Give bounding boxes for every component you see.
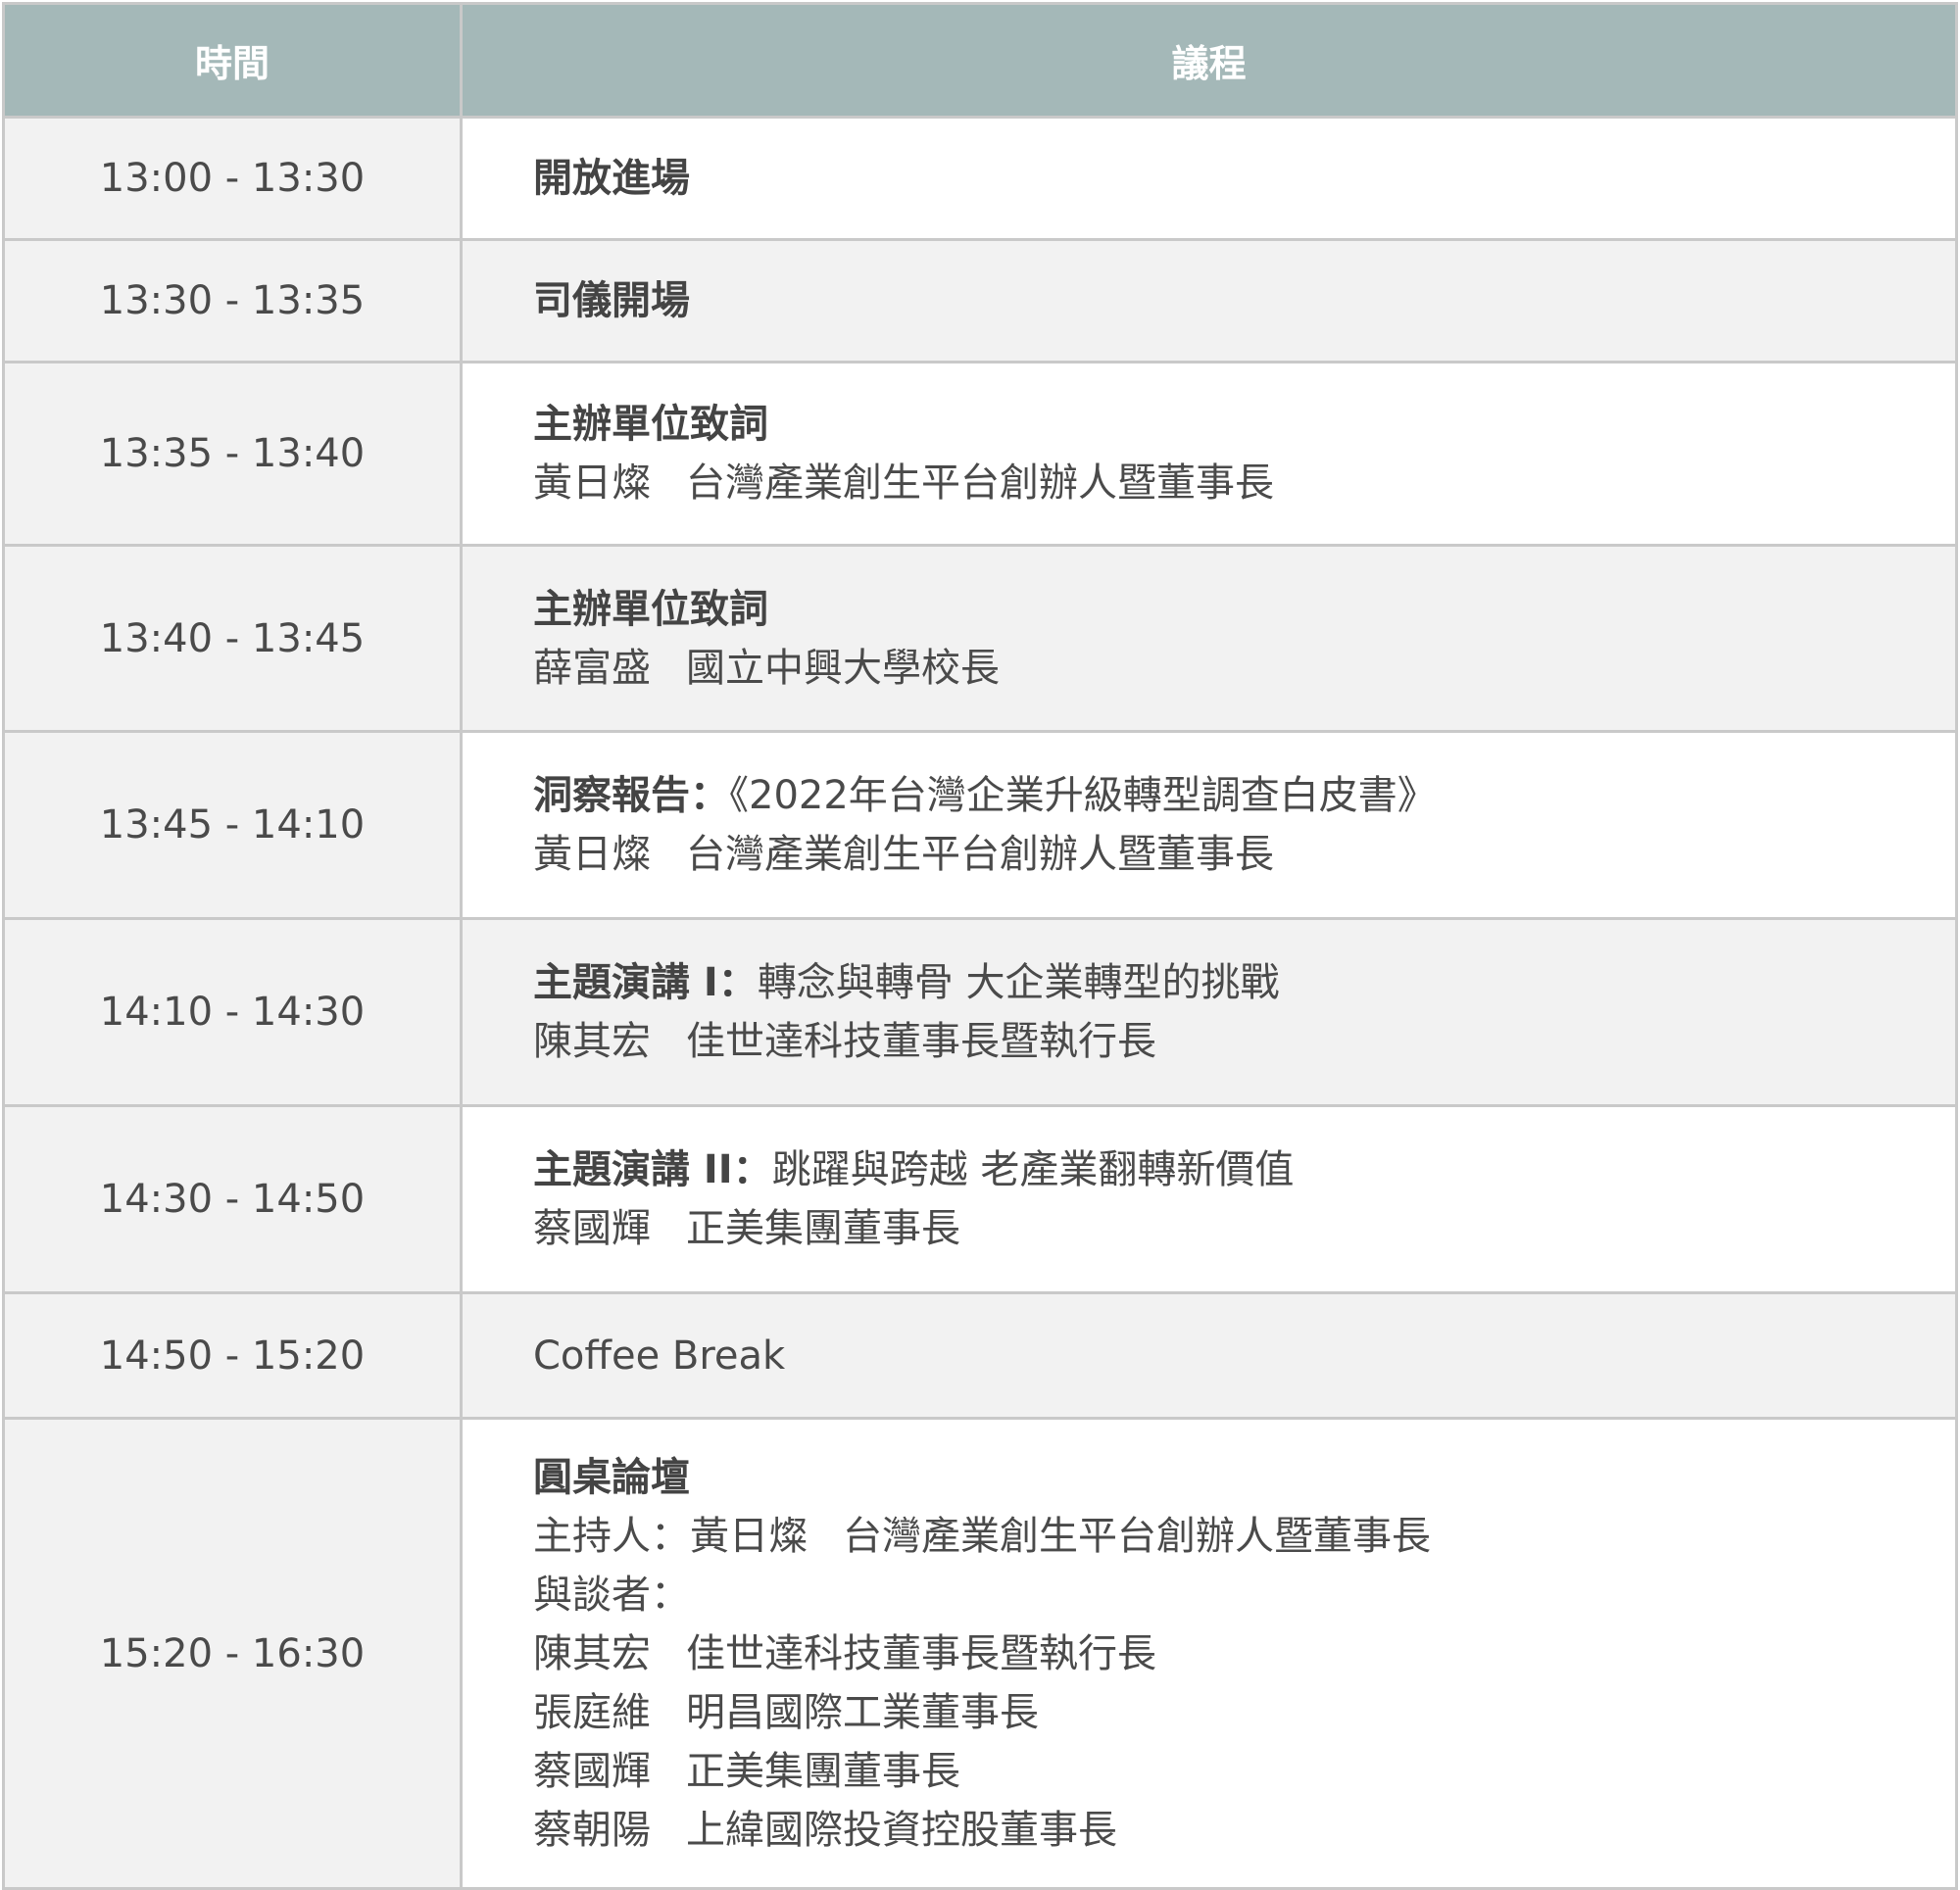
agenda-cell: Coffee Break: [460, 1291, 1958, 1420]
speaker-name: 黃日燦: [533, 832, 651, 877]
agenda-cell: 主辦單位致詞 薛富盛 國立中興大學校長: [460, 544, 1958, 733]
panelist-name: 蔡朝陽: [533, 1807, 651, 1853]
session-title: 主辦單位致詞: [533, 586, 768, 632]
panelist-title: 正美集團董事長: [686, 1748, 960, 1794]
time-cell: 13:35 - 13:40: [2, 361, 463, 547]
time-cell: 14:50 - 15:20: [2, 1291, 463, 1420]
time-cell: 13:40 - 13:45: [2, 544, 463, 733]
time-cell: 14:10 - 14:30: [2, 917, 463, 1107]
table-row: 13:40 - 13:45 主辦單位致詞 薛富盛 國立中興大學校長: [2, 544, 1958, 733]
speaker-title: 國立中興大學校長: [686, 645, 1000, 691]
agenda-cell: 開放進場: [460, 116, 1958, 241]
panelist-line: 張庭維 明昌國際工業董事長: [533, 1683, 1955, 1742]
table-row: 13:35 - 13:40 主辦單位致詞 黃日燦 台灣產業創生平台創辦人暨董事長: [2, 361, 1958, 547]
panel-label: 與談者：: [533, 1572, 690, 1618]
moderator-name: 黃日燦: [690, 1513, 808, 1559]
table-row: 14:10 - 14:30 主題演講 I：轉念與轉骨 大企業轉型的挑戰 陳其宏佳…: [2, 917, 1958, 1107]
moderator-label: 主持人：: [533, 1513, 690, 1559]
time-cell: 13:30 - 13:35: [2, 238, 463, 363]
session-title: 司儀開場: [533, 278, 690, 323]
session-subtitle: 《2022年台灣企業升級轉型調查白皮書》: [729, 773, 1437, 818]
session-title: Coffee Break: [533, 1333, 786, 1379]
moderator-title: 台灣產業創生平台創辦人暨董事長: [843, 1513, 1431, 1559]
time-cell: 13:45 - 14:10: [2, 730, 463, 920]
panelist-line: 蔡國輝 正美集團董事長: [533, 1742, 1955, 1801]
panelist-name: 陳其宏: [533, 1630, 651, 1676]
session-subtitle: 轉念與轉骨 大企業轉型的挑戰: [757, 960, 1280, 1005]
speaker-line: 黃日燦 台灣產業創生平台創辦人暨董事長: [533, 454, 1955, 512]
agenda-cell: 圓桌論壇 主持人：黃日燦 台灣產業創生平台創辦人暨董事長 與談者： 陳其宏 佳世達科…: [460, 1417, 1958, 1890]
speaker-line: 蔡國輝 正美集團董事長: [533, 1199, 1955, 1258]
session-title: 洞察報告：: [533, 773, 729, 818]
speaker-name: 黃日燦: [533, 460, 651, 506]
panelist-name: 蔡國輝: [533, 1748, 651, 1794]
session-title: 開放進場: [533, 156, 690, 201]
header-time: 時間: [2, 2, 463, 119]
panelist-line: 蔡朝陽 上緯國際投資控股董事長: [533, 1801, 1955, 1860]
session-title-line: 主題演講 I：轉念與轉骨 大企業轉型的挑戰: [533, 953, 1955, 1012]
session-title: 主題演講 I：: [533, 960, 758, 1005]
time-cell: 14:30 - 14:50: [2, 1104, 463, 1294]
speaker-name: 薛富盛: [533, 645, 651, 691]
agenda-cell: 司儀開場: [460, 238, 1958, 363]
table-row: 14:30 - 14:50 主題演講 II：跳躍與跨越 老產業翻轉新價值 蔡國輝…: [2, 1104, 1958, 1294]
time-cell: 15:20 - 16:30: [2, 1417, 463, 1890]
speaker-title: 台灣產業創生平台創辦人暨董事長: [686, 460, 1274, 506]
agenda-cell: 主題演講 II：跳躍與跨越 老產業翻轉新價值 蔡國輝 正美集團董事長: [460, 1104, 1958, 1294]
session-subtitle: 跳躍與跨越 老產業翻轉新價值: [771, 1147, 1295, 1192]
speaker-title: 正美集團董事長: [686, 1206, 960, 1251]
speaker-title: 台灣產業創生平台創辦人暨董事長: [686, 832, 1274, 877]
panelist-name: 張庭維: [533, 1689, 651, 1735]
speaker-line: 薛富盛 國立中興大學校長: [533, 639, 1955, 698]
speaker-line: 陳其宏 佳世達科技董事長暨執行長: [533, 1012, 1955, 1071]
session-title: 主題演講 II：: [533, 1147, 772, 1192]
speaker-name: 陳其宏: [533, 1019, 651, 1064]
agenda-cell: 主題演講 I：轉念與轉骨 大企業轉型的挑戰 陳其宏 佳世達科技董事長暨執行長: [460, 917, 1958, 1107]
speaker-line: 黃日燦 台灣產業創生平台創辦人暨董事長: [533, 825, 1955, 884]
panelist-line: 陳其宏 佳世達科技董事長暨執行長: [533, 1624, 1955, 1683]
table-header-row: 時間 議程: [2, 2, 1958, 119]
panelist-title: 佳世達科技董事長暨執行長: [686, 1630, 1156, 1676]
agenda-cell: 洞察報告：《2022年台灣企業升級轉型調查白皮書》 黃日燦 台灣產業創生平台創辦人…: [460, 730, 1958, 920]
table-row: 15:20 - 16:30 圓桌論壇 主持人：黃日燦 台灣產業創生平台創辦人暨董事…: [2, 1417, 1958, 1890]
header-agenda: 議程: [460, 2, 1958, 119]
session-title-line: 主題演講 II：跳躍與跨越 老產業翻轉新價值: [533, 1140, 1955, 1199]
speaker-name: 蔡國輝: [533, 1206, 651, 1251]
table-row: 13:45 - 14:10 洞察報告：《2022年台灣企業升級轉型調查白皮書》 …: [2, 730, 1958, 920]
agenda-table: 時間 議程 13:00 - 13:30 開放進場 13:30 - 13:35 司…: [2, 2, 1958, 1890]
session-title: 圓桌論壇: [533, 1454, 690, 1500]
moderator-line: 主持人：黃日燦 台灣產業創生平台創辦人暨董事長: [533, 1507, 1955, 1566]
table-row: 13:00 - 13:30 開放進場: [2, 116, 1958, 241]
time-cell: 13:00 - 13:30: [2, 116, 463, 241]
agenda-cell: 主辦單位致詞 黃日燦 台灣產業創生平台創辦人暨董事長: [460, 361, 1958, 547]
table-row: 13:30 - 13:35 司儀開場: [2, 238, 1958, 363]
session-title-line: 洞察報告：《2022年台灣企業升級轉型調查白皮書》: [533, 766, 1955, 825]
speaker-title: 佳世達科技董事長暨執行長: [686, 1019, 1156, 1064]
session-title: 主辦單位致詞: [533, 402, 768, 447]
table-row: 14:50 - 15:20 Coffee Break: [2, 1291, 1958, 1420]
panelist-title: 上緯國際投資控股董事長: [686, 1807, 1117, 1853]
panelist-title: 明昌國際工業董事長: [686, 1689, 1039, 1735]
